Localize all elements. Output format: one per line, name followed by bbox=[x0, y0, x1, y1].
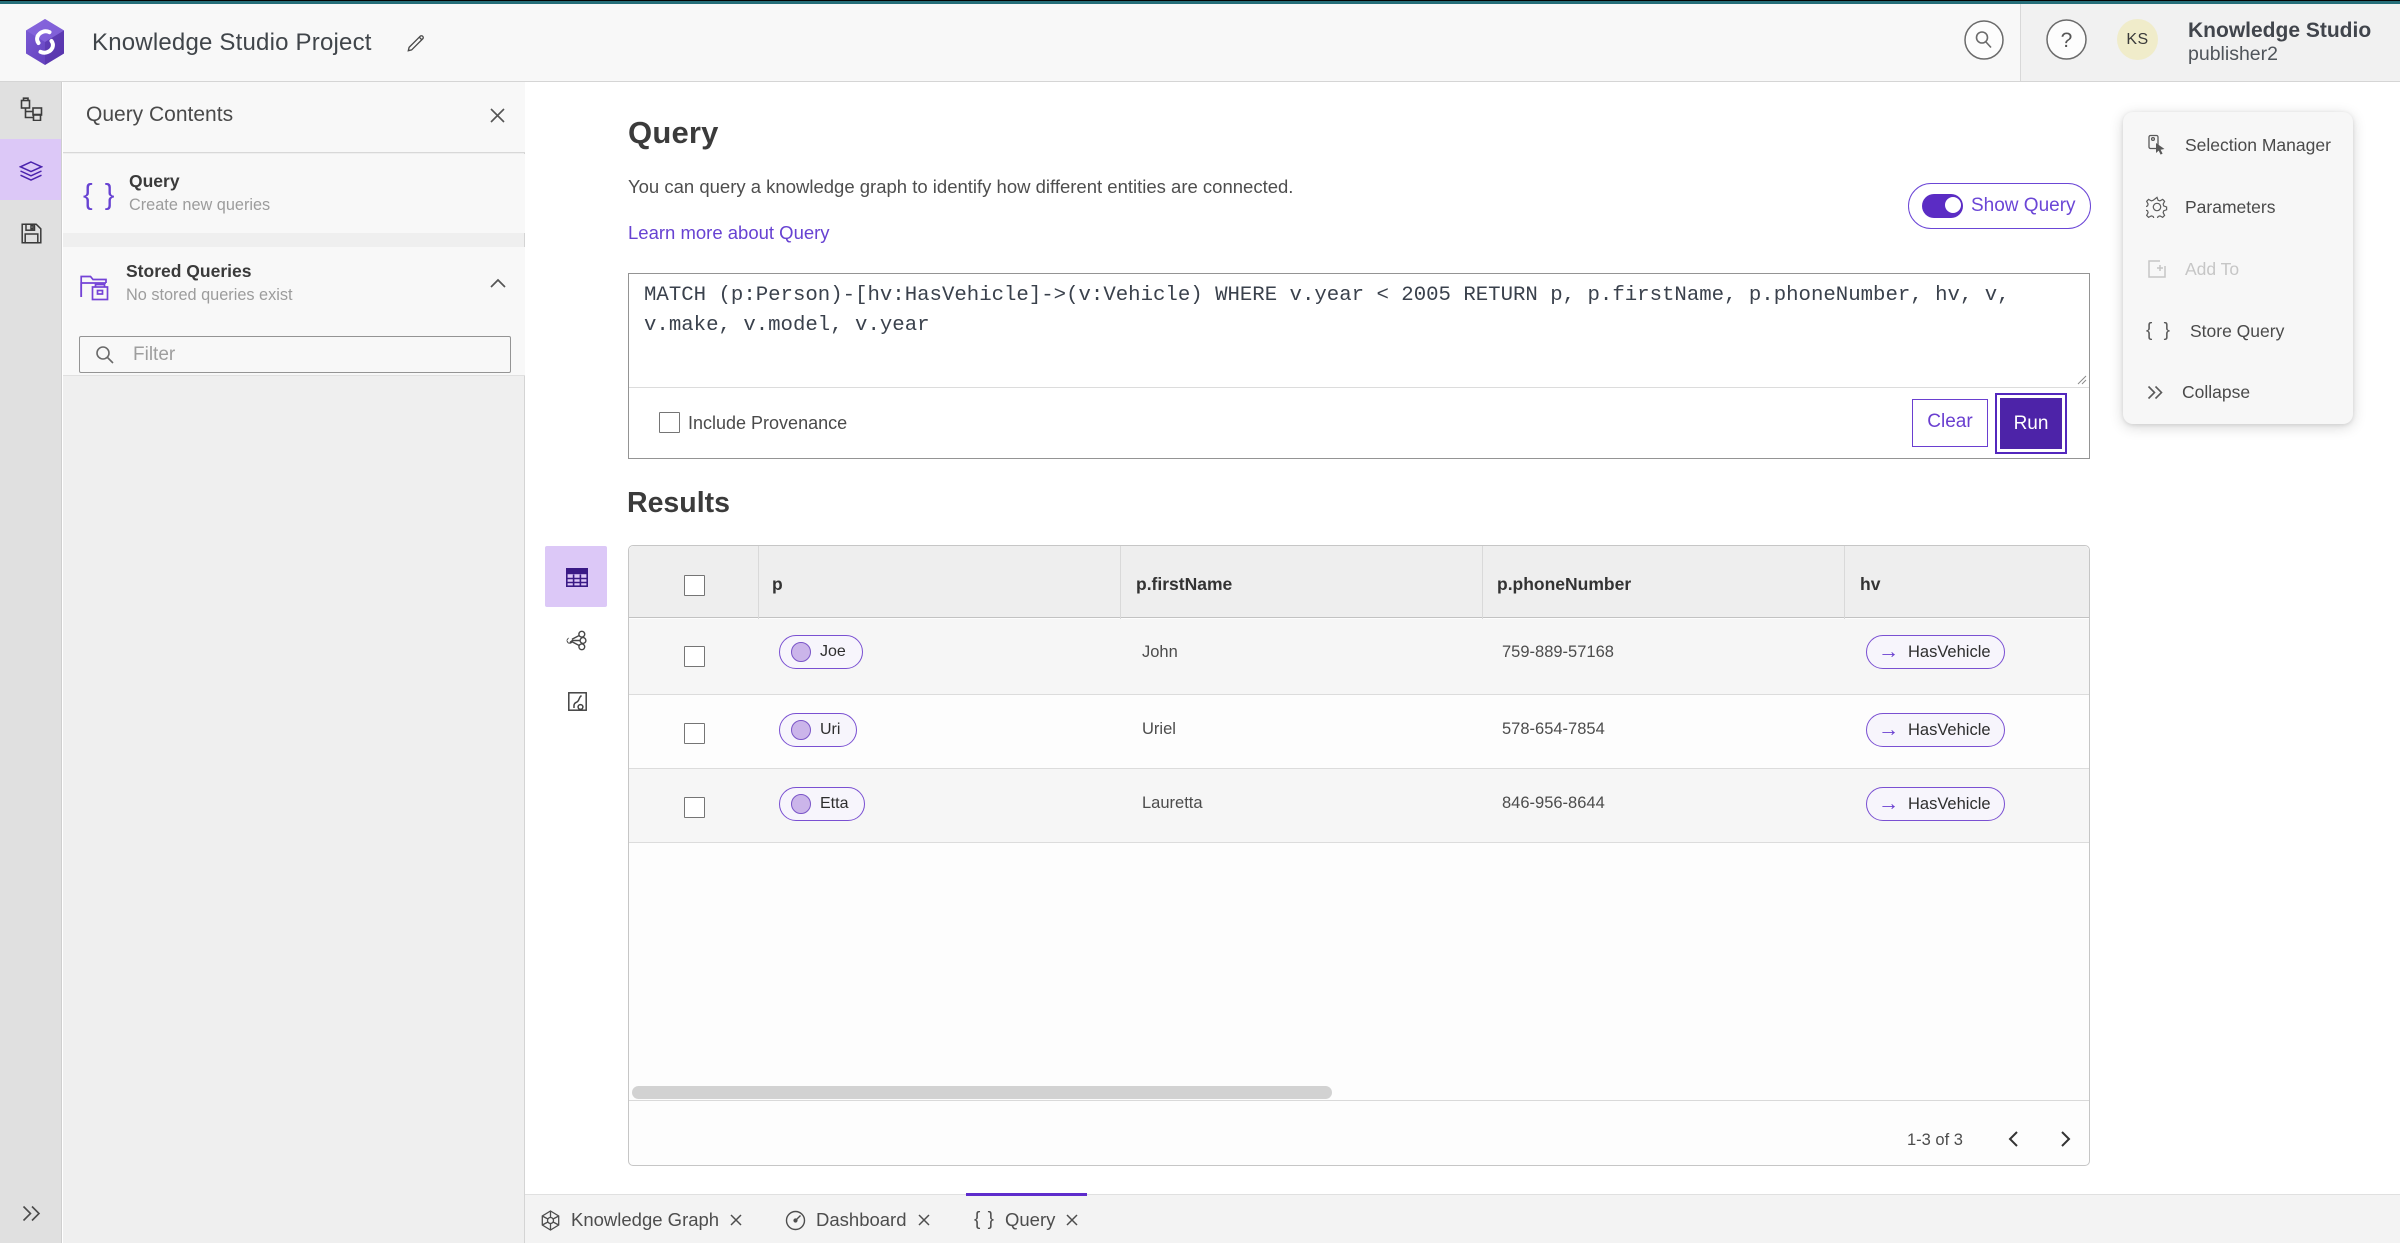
svg-text:?: ? bbox=[2061, 29, 2073, 52]
